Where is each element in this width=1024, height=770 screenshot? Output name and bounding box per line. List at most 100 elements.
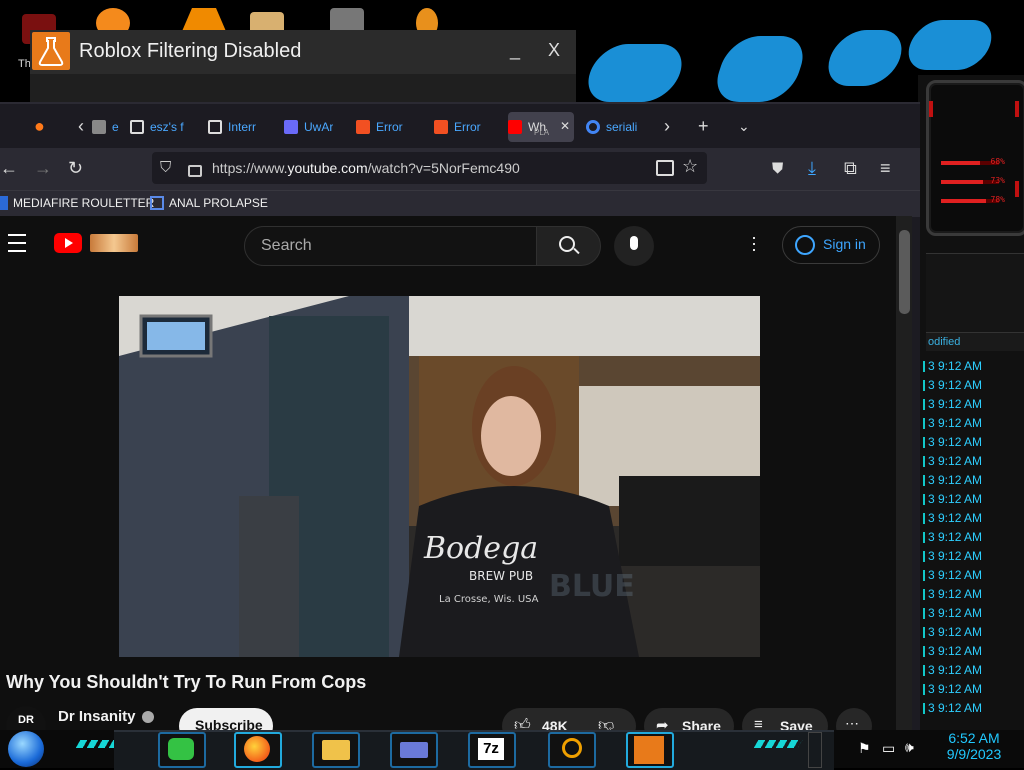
youtube-logo-icon[interactable] (54, 233, 82, 253)
show-desktop-button[interactable] (808, 732, 822, 768)
file-row[interactable]: 3 9:12 AM (923, 433, 1024, 452)
system-clock[interactable]: 6:52 AM 9/9/2023 (934, 730, 1014, 762)
file-row[interactable]: 3 9:12 AM (923, 509, 1024, 528)
file-explorer-icon[interactable] (312, 732, 360, 768)
window-titlebar[interactable]: Roblox Filtering Disabled _ X (30, 30, 576, 74)
file-row[interactable]: 3 9:12 AM (923, 414, 1024, 433)
search-input[interactable]: Search (244, 226, 538, 266)
firefox-icon[interactable] (234, 732, 282, 768)
file-row[interactable]: 3 9:12 AM (923, 376, 1024, 395)
file-row[interactable]: 3 9:12 AM (923, 642, 1024, 661)
close-button[interactable]: X (548, 40, 560, 61)
subscribe-button[interactable]: Subscribe (179, 708, 273, 732)
menu-guide-icon[interactable] (8, 234, 26, 252)
extensions-icon[interactable]: ⧉ (844, 158, 857, 179)
file-row[interactable]: 3 9:12 AM (923, 471, 1024, 490)
new-tab-icon[interactable]: + (698, 116, 709, 137)
taskbar: 7z ⚑ ▭ 🕪︎ 6:52 AM 9/9/2023 (0, 730, 1024, 770)
file-row[interactable]: 3 9:12 AM (923, 357, 1024, 376)
file-row[interactable]: 3 9:12 AM (923, 680, 1024, 699)
tab-7[interactable]: seriali (586, 112, 652, 142)
save-button[interactable]: ≡ Save (742, 708, 828, 732)
red-indicator (1015, 181, 1019, 197)
bookmark-icon (150, 196, 164, 210)
start-orb-icon[interactable] (8, 731, 44, 767)
video-frame: Bodega BREW PUB La Crosse, Wis. USA BLUE (119, 296, 760, 657)
url-text[interactable]: https://www.youtube.com/watch?v=5NorFemc… (212, 160, 520, 176)
youtube-icon (508, 120, 522, 134)
clock-date: 9/9/2023 (946, 746, 1002, 762)
sign-in-button[interactable]: Sign in (782, 226, 880, 264)
channel-avatar[interactable]: DR (6, 706, 46, 732)
forward-icon[interactable]: → (34, 158, 52, 179)
file-row[interactable]: 3 9:12 AM (923, 585, 1024, 604)
more-actions-button[interactable]: ⋯ (836, 708, 872, 732)
file-row[interactable]: 3 9:12 AM (923, 566, 1024, 585)
list-all-tabs-icon[interactable]: ⌄ (738, 118, 750, 135)
minimize-button[interactable]: _ (510, 40, 520, 61)
tab-6[interactable]: Wh PLA ✕ (508, 112, 574, 142)
tab-0[interactable]: e (92, 112, 122, 142)
channel-name[interactable]: Dr Insanity (58, 708, 154, 725)
file-row[interactable]: 3 9:12 AM (923, 623, 1024, 642)
bookmark-mediafire[interactable]: MEDIAFIRE ROULETTER (0, 196, 154, 210)
search-button[interactable] (536, 226, 601, 266)
more-options-icon[interactable]: · · · (750, 228, 758, 258)
tracking-shield-icon[interactable]: ⛉ (160, 159, 171, 176)
scrollbar[interactable] (896, 216, 912, 732)
flask-icon (32, 32, 70, 70)
firefox-view-icon[interactable]: ● (34, 116, 45, 137)
messenger-icon[interactable] (158, 732, 206, 768)
tab-3[interactable]: UwAr (284, 112, 346, 142)
mediafire-icon (0, 196, 8, 210)
museum-icon (208, 120, 222, 134)
file-row[interactable]: 3 9:12 AM (923, 528, 1024, 547)
tab-close-icon[interactable]: ✕ (560, 119, 570, 133)
scrollbar-thumb[interactable] (899, 230, 910, 314)
tab-label: Error (454, 120, 481, 134)
youtube-doodle[interactable] (90, 234, 138, 252)
file-row[interactable]: 3 9:12 AM (923, 604, 1024, 623)
red-indicator (1015, 101, 1019, 117)
roblox-fd-icon[interactable] (626, 732, 674, 768)
search-magnifier-icon[interactable] (548, 732, 596, 768)
file-row[interactable]: 3 9:12 AM (923, 490, 1024, 509)
tab-1[interactable]: esz's f (130, 112, 196, 142)
network-icon[interactable]: ▭ (882, 740, 895, 757)
file-row[interactable]: 3 9:12 AM (923, 661, 1024, 680)
clock-time: 6:52 AM (948, 730, 1000, 746)
window-title: Roblox Filtering Disabled (79, 40, 302, 62)
file-row[interactable]: 3 9:12 AM (923, 547, 1024, 566)
voice-search-button[interactable] (614, 226, 654, 266)
chevron-right-icon[interactable]: › (664, 116, 670, 137)
pocket-icon[interactable]: ⛊ (772, 160, 783, 177)
picture-in-picture-icon[interactable] (656, 160, 674, 176)
tab-5[interactable]: Error (434, 112, 498, 142)
widget-panel (926, 253, 1024, 332)
modified-column-header[interactable]: odified (926, 332, 1024, 351)
lock-icon[interactable] (188, 165, 202, 177)
action-center-flag-icon[interactable]: ⚑ (858, 740, 871, 757)
chevron-left-icon[interactable]: ‹ (78, 116, 84, 137)
7zip-icon[interactable]: 7z (468, 732, 516, 768)
tab-4[interactable]: Error (356, 112, 420, 142)
tab-2[interactable]: Interr (208, 112, 274, 142)
reload-icon[interactable]: ↻ (68, 158, 83, 179)
bookmark-label: MEDIAFIRE ROULETTER (13, 196, 155, 210)
downloads-icon[interactable]: ⤓ (808, 158, 816, 179)
file-row[interactable]: 3 9:12 AM (923, 699, 1024, 718)
menu-hamburger-icon[interactable]: ≡ (880, 158, 891, 179)
back-icon[interactable]: ← (0, 158, 18, 179)
address-bar[interactable]: ⛉ https://www.youtube.com/watch?v=5NorFe… (152, 152, 707, 184)
file-row[interactable]: 3 9:12 AM (923, 452, 1024, 471)
bookmark-second[interactable]: ANAL PROLAPSE (150, 196, 268, 210)
like-dislike-group: 👍︎ 48K 👎︎ (502, 708, 636, 732)
id-card-icon[interactable] (390, 732, 438, 768)
volume-icon[interactable]: 🕪︎ (905, 739, 914, 756)
share-button[interactable]: ➦ Share (644, 708, 734, 732)
star-bookmark-icon[interactable]: ☆ (682, 156, 698, 177)
microphone-icon (630, 236, 638, 250)
video-player[interactable]: Bodega BREW PUB La Crosse, Wis. USA BLUE (119, 296, 760, 657)
file-row[interactable]: 3 9:12 AM (923, 395, 1024, 414)
tab-label: seriali (606, 120, 638, 134)
